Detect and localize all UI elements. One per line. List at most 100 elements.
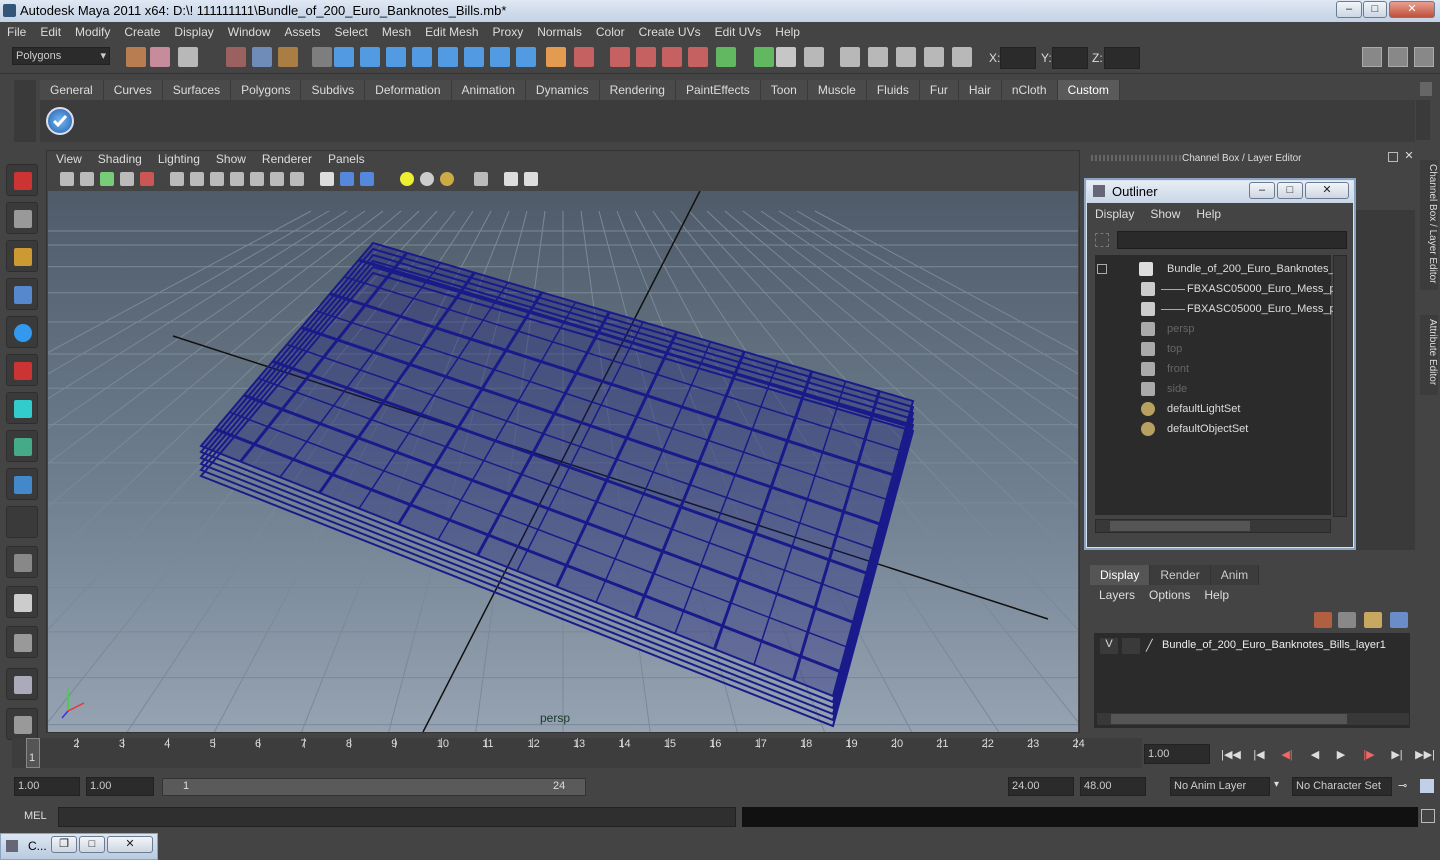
shelf-scroll[interactable]: [1416, 100, 1430, 140]
status-tool-icon[interactable]: [662, 47, 682, 67]
status-tool-icon[interactable]: [126, 47, 146, 67]
viewport-tool-icon[interactable]: [524, 172, 538, 186]
layer-menu-options[interactable]: Options: [1142, 588, 1197, 606]
viewport-menu-lighting[interactable]: Lighting: [150, 152, 208, 168]
show-manip-icon[interactable]: [6, 468, 38, 500]
current-time-field[interactable]: 1.00: [1144, 744, 1210, 764]
viewport-tool-icon[interactable]: [474, 172, 488, 186]
outliner-vscroll[interactable]: [1333, 255, 1347, 517]
drag-handle[interactable]: [1091, 155, 1181, 161]
single-pane-icon[interactable]: [6, 546, 38, 578]
anim-start-field[interactable]: 1.00: [14, 777, 80, 796]
maximize-button[interactable]: □: [79, 836, 105, 853]
mel-label[interactable]: MEL: [24, 810, 47, 822]
menu-assets[interactable]: Assets: [277, 25, 327, 39]
viewport-tool-icon[interactable]: [360, 172, 374, 186]
panel-toggle-icon[interactable]: [1362, 47, 1382, 67]
key-icon[interactable]: ⊸: [1398, 779, 1407, 792]
outliner-item[interactable]: front: [1095, 359, 1331, 379]
anim-end-field[interactable]: 48.00: [1080, 777, 1146, 796]
character-set-select[interactable]: No Character Set: [1292, 777, 1392, 796]
menu-edit[interactable]: Edit: [33, 25, 68, 39]
viewport-tool-icon[interactable]: [270, 172, 284, 186]
viewport-tool-icon[interactable]: [340, 172, 354, 186]
status-tool-icon[interactable]: [754, 47, 774, 67]
status-tool-icon[interactable]: [278, 47, 298, 67]
step-back-key-icon[interactable]: |◀: [1248, 746, 1270, 764]
outliner-hscroll[interactable]: [1095, 519, 1331, 533]
layer-visibility-toggle[interactable]: V: [1100, 638, 1118, 654]
outliner-item[interactable]: persp: [1095, 319, 1331, 339]
tab-painteffects[interactable]: PaintEffects: [675, 80, 761, 100]
tab-animation[interactable]: Animation: [451, 80, 526, 100]
viewport-tool-icon[interactable]: [420, 172, 434, 186]
tab-polygons[interactable]: Polygons: [231, 80, 302, 100]
outliner-item[interactable]: top: [1095, 339, 1331, 359]
outliner-filter-input[interactable]: [1117, 231, 1347, 249]
paint-select-icon[interactable]: [6, 240, 38, 272]
menu-color[interactable]: Color: [589, 25, 632, 39]
viewport-tool-icon[interactable]: [250, 172, 264, 186]
layer-tab-display[interactable]: Display: [1090, 565, 1151, 585]
viewport-tool-icon[interactable]: [320, 172, 334, 186]
new-layer-selected-icon[interactable]: [1390, 612, 1408, 628]
viewport-tool-icon[interactable]: [80, 172, 94, 186]
menu-edit-mesh[interactable]: Edit Mesh: [418, 25, 485, 39]
layer-type-toggle[interactable]: [1122, 638, 1140, 654]
viewport-tool-icon[interactable]: [400, 172, 414, 186]
move-layer-down-icon[interactable]: [1338, 612, 1356, 628]
outliner-close-button[interactable]: ✕: [1305, 182, 1349, 199]
outliner-item[interactable]: Bundle_of_200_Euro_Banknotes_E: [1095, 259, 1342, 279]
close-panel-icon[interactable]: ✕: [1403, 151, 1415, 163]
layer-row[interactable]: V ╱ Bundle_of_200_Euro_Banknotes_Bills_l…: [1094, 636, 1410, 656]
z-field[interactable]: [1104, 47, 1140, 69]
status-tool-icon[interactable]: [636, 47, 656, 67]
prefs-icon[interactable]: [1420, 779, 1434, 793]
status-tool-icon[interactable]: [546, 47, 566, 67]
viewport-menu-shading[interactable]: Shading: [90, 152, 150, 168]
menu-display[interactable]: Display: [167, 25, 220, 39]
viewport-tool-icon[interactable]: [290, 172, 304, 186]
status-tool-icon[interactable]: [178, 47, 198, 67]
status-tool-icon[interactable]: [840, 47, 860, 67]
outliner-menu-help[interactable]: Help: [1188, 207, 1229, 225]
viewport-tool-icon[interactable]: [170, 172, 184, 186]
manipulator-icon[interactable]: [6, 392, 38, 424]
menu-select[interactable]: Select: [327, 25, 374, 39]
go-to-end-icon[interactable]: ▶▶|: [1414, 746, 1436, 764]
four-pane-icon[interactable]: [6, 586, 38, 618]
hscroll-thumb[interactable]: [1110, 521, 1250, 531]
status-tool-icon[interactable]: [610, 47, 630, 67]
layer-menu-help[interactable]: Help: [1197, 588, 1236, 606]
anim-layer-select[interactable]: No Anim Layer: [1170, 777, 1270, 796]
status-tool-icon[interactable]: [804, 47, 824, 67]
tab-attribute-editor[interactable]: Attribute Editor: [1420, 315, 1438, 395]
scale-tool-icon[interactable]: [6, 354, 38, 386]
shelf-menu-handle[interactable]: [14, 80, 36, 142]
tab-custom[interactable]: Custom: [1057, 80, 1120, 100]
viewport-tool-icon[interactable]: [120, 172, 134, 186]
viewport-tool-icon[interactable]: [60, 172, 74, 186]
minimized-window[interactable]: C... ❐ □ ✕: [0, 833, 158, 860]
graph-layout-icon[interactable]: [6, 668, 38, 700]
filter-icon[interactable]: [1095, 233, 1109, 247]
menu-create-uvs[interactable]: Create UVs: [632, 25, 708, 39]
viewport-menu-show[interactable]: Show: [208, 152, 254, 168]
tab-muscle[interactable]: Muscle: [807, 80, 867, 100]
layer-menu-layers[interactable]: Layers: [1092, 588, 1142, 606]
panel-toggle-icon[interactable]: [1414, 47, 1434, 67]
tab-dynamics[interactable]: Dynamics: [525, 80, 600, 100]
trash-icon[interactable]: [1420, 82, 1432, 96]
menu-proxy[interactable]: Proxy: [486, 25, 531, 39]
tab-subdivs[interactable]: Subdivs: [301, 80, 366, 100]
status-tool-icon[interactable]: [334, 47, 354, 67]
status-tool-icon[interactable]: [360, 47, 380, 67]
status-tool-icon[interactable]: [896, 47, 916, 67]
layer-tab-render[interactable]: Render: [1150, 565, 1211, 585]
menu-normals[interactable]: Normals: [530, 25, 589, 39]
status-tool-icon[interactable]: [252, 47, 272, 67]
menu-create[interactable]: Create: [117, 25, 167, 39]
status-tool-icon[interactable]: [924, 47, 944, 67]
x-field[interactable]: [1000, 47, 1036, 69]
status-tool-icon[interactable]: [150, 47, 170, 67]
